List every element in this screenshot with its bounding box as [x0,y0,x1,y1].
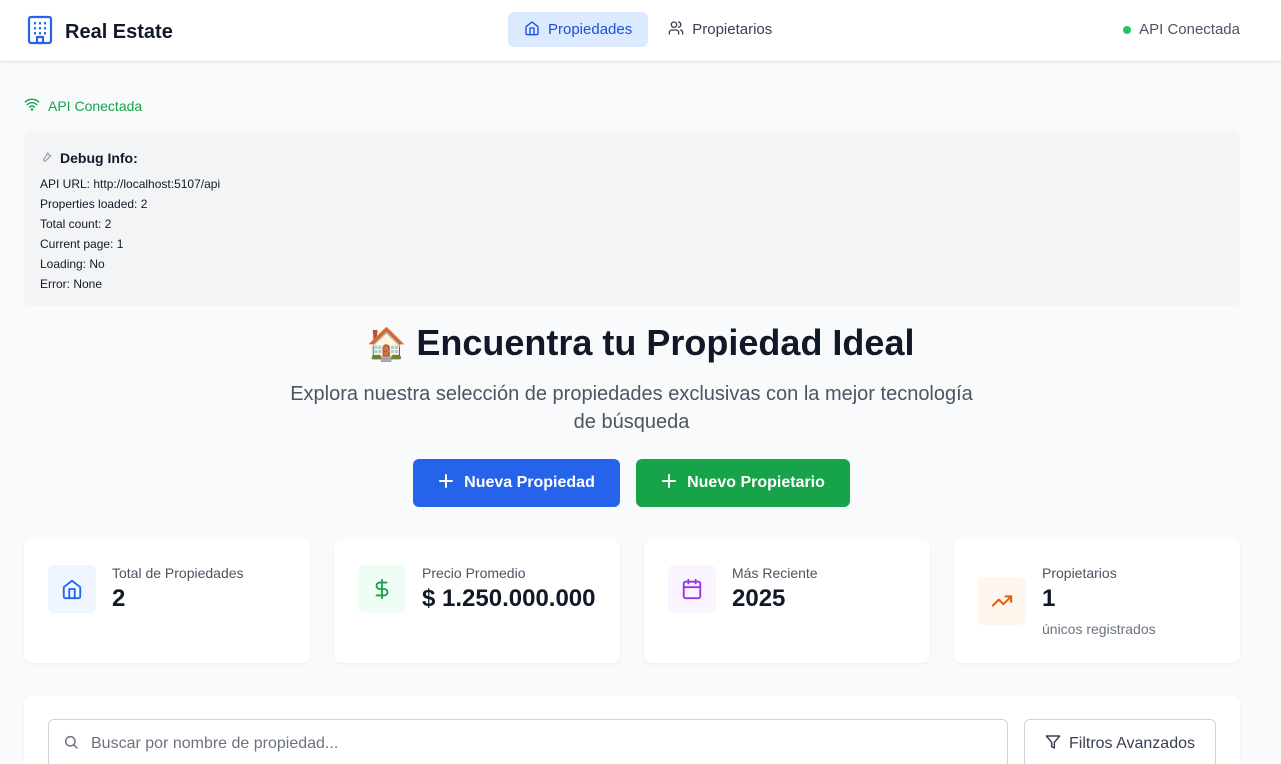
connection-label: API Conectada [48,97,143,114]
nav-propietarios[interactable]: Propietarios [652,12,788,47]
search-box [48,719,1008,764]
plus-icon [661,473,677,494]
connection-status: API Conectada [24,96,142,115]
stat-value: 2025 [732,585,786,612]
debug-line: Total count: 2 [40,217,112,231]
stat-card-most-recent: Más Reciente 2025 [644,539,930,663]
stat-note: únicos registrados [1042,621,1156,637]
nav-label: Propiedades [548,21,633,38]
search-input[interactable] [91,735,971,753]
api-status-indicator: API Conectada [1123,21,1240,38]
stat-label: Propietarios [1042,565,1117,581]
wrench-icon [40,149,54,166]
debug-title-row: Debug Info: [40,149,1224,166]
hero-title: 🏠 Encuentra tu Propiedad Ideal [0,322,1281,364]
trending-up-icon [978,577,1026,625]
stat-value: 2 [112,585,126,612]
new-owner-button[interactable]: Nuevo Propietario [636,459,850,507]
new-property-button[interactable]: Nueva Propiedad [413,459,620,507]
search-panel: Filtros Avanzados [24,695,1240,764]
debug-panel: Debug Info: API URL: http://localhost:51… [24,131,1240,306]
users-icon [668,20,684,40]
stat-card-owners: Propietarios 1 únicos registrados [954,539,1240,663]
wifi-icon [24,96,40,115]
stat-card-total-properties: Total de Propiedades 2 [24,539,310,663]
debug-line: API URL: http://localhost:5107/api [40,177,221,191]
building-icon [27,15,53,50]
hero-title-text: Encuentra tu Propiedad Ideal [416,322,915,363]
advanced-filters-button[interactable]: Filtros Avanzados [1024,719,1216,764]
debug-title: Debug Info: [60,149,138,166]
debug-line: Properties loaded: 2 [40,197,148,211]
nav-propiedades[interactable]: Propiedades [508,12,649,47]
home-icon [48,565,96,613]
brand[interactable]: Real Estate [27,15,173,50]
stat-value: $ 1.250.000.000 [422,585,596,612]
plus-icon [438,473,454,494]
stat-label: Total de Propiedades [112,565,244,581]
stat-label: Más Reciente [732,565,818,581]
main-nav: Propiedades Propietarios [508,12,788,47]
top-navbar: Real Estate Propiedades Propietarios API… [0,0,1281,62]
button-label: Nuevo Propietario [687,474,825,491]
stat-card-average-price: Precio Promedio $ 1.250.000.000 [334,539,620,663]
api-status-text: API Conectada [1139,21,1240,38]
debug-line: Loading: No [40,257,105,271]
debug-line: Error: None [40,277,103,291]
home-icon [524,20,540,40]
button-label: Nueva Propiedad [464,474,595,491]
search-icon [63,734,79,755]
debug-line: Current page: 1 [40,237,124,251]
stat-value: 1 [1042,585,1056,612]
hero-subtitle: Explora nuestra selección de propiedades… [290,383,973,433]
status-dot [1123,25,1132,34]
button-label: Filtros Avanzados [1069,735,1195,752]
calendar-icon [668,565,716,613]
dollar-icon [358,565,406,613]
house-emoji-icon: 🏠 [366,326,407,362]
filter-icon [1045,734,1061,755]
nav-label: Propietarios [692,21,773,38]
stat-label: Precio Promedio [422,565,526,581]
brand-name: Real Estate [65,21,173,43]
